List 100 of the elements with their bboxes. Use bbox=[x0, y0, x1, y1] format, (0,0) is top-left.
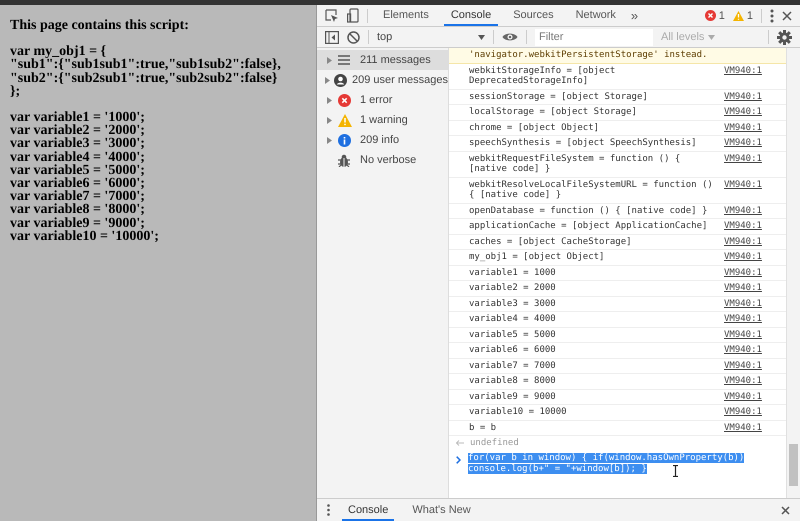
tab[interactable]: Elements bbox=[376, 5, 436, 26]
bug-icon bbox=[338, 154, 350, 166]
source-link[interactable]: VM940:1 bbox=[724, 107, 762, 118]
sidebar-item[interactable]: 209 user messages bbox=[317, 70, 448, 90]
source-link[interactable]: VM940:1 bbox=[724, 122, 762, 133]
source-link[interactable]: VM940:1 bbox=[724, 314, 762, 324]
script-line: "sub1":{"sub1sub1":true,"sub1sub2":false}, bbox=[10, 58, 282, 72]
source-link[interactable]: VM940:1 bbox=[724, 376, 762, 386]
log-message: openDatabase = function () { [native code] } bbox=[469, 206, 708, 216]
text-cursor-icon bbox=[673, 464, 678, 476]
source-link[interactable]: VM940:1 bbox=[724, 92, 762, 102]
more-options-icon[interactable] bbox=[327, 504, 330, 516]
script-line: var variable4 = '4000'; bbox=[10, 150, 146, 164]
script-line: var my_obj1 = { bbox=[10, 45, 106, 58]
source-link[interactable]: VM940:1 bbox=[724, 221, 762, 232]
log-message: variable3 = 3000 bbox=[469, 298, 557, 309]
drawer-tab[interactable]: Console bbox=[342, 499, 394, 521]
expand-arrow-icon bbox=[326, 96, 332, 104]
source-link[interactable]: VM940:1 bbox=[724, 154, 762, 164]
warning-icon bbox=[338, 114, 352, 126]
warning-message: 'navigator.webkitPersistentStorage' instead. bbox=[449, 48, 786, 64]
script-line: var variable7 = '7000'; bbox=[10, 190, 146, 204]
warning-icon bbox=[732, 10, 744, 20]
source-link[interactable]: VM940:1 bbox=[724, 268, 762, 278]
error-icon bbox=[338, 94, 351, 106]
error-count: 1 bbox=[718, 10, 725, 22]
user-icon bbox=[334, 74, 348, 86]
source-link[interactable]: VM940:1 bbox=[724, 236, 762, 247]
source-link[interactable]: VM940:1 bbox=[724, 138, 762, 148]
log-message: variable10 = 10000 bbox=[469, 407, 568, 418]
close-icon[interactable] bbox=[781, 506, 790, 514]
source-link[interactable]: VM940:1 bbox=[724, 422, 762, 433]
log-message: variable8 = 8000 bbox=[469, 376, 557, 386]
log-message: b = b bbox=[469, 422, 498, 433]
source-link[interactable]: VM940:1 bbox=[724, 407, 762, 418]
log-message: variable6 = 6000 bbox=[469, 345, 557, 356]
tab[interactable]: Sources bbox=[506, 5, 561, 26]
log-message: variable2 = 2000 bbox=[469, 283, 557, 294]
log-message: variable1 = 1000 bbox=[469, 268, 557, 278]
log-message: sessionStorage = [object Storage] bbox=[469, 92, 649, 102]
warning-count: 1 bbox=[746, 10, 753, 22]
settings-icon[interactable] bbox=[777, 30, 792, 44]
page-heading: This page contains this script: bbox=[10, 19, 190, 32]
sidebar-item[interactable]: 209 info bbox=[317, 130, 448, 150]
drawer-tab[interactable]: What's New bbox=[406, 499, 477, 521]
scrollbar[interactable] bbox=[786, 48, 800, 498]
more-tabs-button[interactable]: » bbox=[630, 8, 638, 23]
clear-console-icon[interactable] bbox=[347, 30, 360, 44]
eye-icon[interactable] bbox=[502, 32, 518, 42]
expand-arrow-icon bbox=[326, 56, 332, 64]
device-icon[interactable] bbox=[347, 8, 359, 23]
script-line: var variable5 = '5000'; bbox=[10, 164, 146, 178]
sidebar-item[interactable]: 1 warning bbox=[317, 110, 448, 130]
return-arrow-icon bbox=[456, 440, 464, 446]
log-message: variable5 = 5000 bbox=[469, 330, 557, 340]
log-message: variable9 = 9000 bbox=[469, 392, 557, 402]
info-icon bbox=[338, 134, 351, 146]
prompt-icon bbox=[456, 456, 461, 464]
source-link[interactable]: VM940:1 bbox=[724, 252, 762, 262]
dropdown-caret-icon bbox=[478, 34, 485, 40]
source-link[interactable]: VM940:1 bbox=[724, 66, 762, 76]
dropdown-caret-icon bbox=[708, 34, 716, 40]
source-link[interactable]: VM940:1 bbox=[724, 180, 762, 190]
script-line: var variable2 = '2000'; bbox=[10, 124, 146, 138]
source-link[interactable]: VM940:1 bbox=[724, 360, 762, 371]
inspect-icon[interactable] bbox=[325, 8, 339, 22]
log-message: localStorage = [object Storage] bbox=[469, 107, 638, 118]
source-link[interactable]: VM940:1 bbox=[724, 392, 762, 402]
source-link[interactable]: VM940:1 bbox=[724, 283, 762, 294]
context-selector[interactable]: top bbox=[377, 31, 485, 43]
source-link[interactable]: VM940:1 bbox=[724, 345, 762, 356]
expand-arrow-icon bbox=[326, 136, 332, 144]
script-line: "sub2":{"sub2sub1":true,"sub2sub2":false} bbox=[10, 72, 278, 85]
script-line: }; bbox=[10, 84, 20, 98]
log-message: speechSynthesis = [object SpeechSynthesis] bbox=[469, 138, 698, 148]
sidebar-item[interactable]: 211 messages bbox=[317, 50, 448, 70]
log-message: webkitResolveLocalFileSystemURL = function () { [native code] } bbox=[469, 180, 714, 200]
close-icon[interactable] bbox=[782, 10, 792, 20]
sidebar-item[interactable]: No verbose bbox=[317, 150, 448, 170]
sidebar-toggle-icon[interactable] bbox=[325, 30, 339, 44]
expand-arrow-icon bbox=[326, 116, 332, 124]
log-message: variable4 = 4000 bbox=[469, 314, 557, 324]
expand-arrow-icon bbox=[324, 76, 330, 84]
filter-field[interactable]: Filter bbox=[535, 28, 653, 46]
source-link[interactable]: VM940:1 bbox=[724, 330, 762, 340]
source-link[interactable]: VM940:1 bbox=[724, 298, 762, 309]
script-line: var variable1 = '1000'; bbox=[10, 111, 146, 124]
sidebar-item[interactable]: 1 error bbox=[317, 90, 448, 110]
log-message: applicationCache = [object ApplicationCache] bbox=[469, 221, 708, 232]
script-line: var variable6 = '6000'; bbox=[10, 177, 146, 190]
log-message: variable7 = 7000 bbox=[469, 360, 557, 371]
script-line: var variable10 = '10000'; bbox=[10, 230, 160, 244]
tab[interactable]: Network bbox=[568, 5, 623, 26]
log-message: my_obj1 = [object Object] bbox=[469, 252, 606, 262]
script-line: var variable9 = '9000'; bbox=[10, 216, 145, 230]
source-link[interactable]: VM940:1 bbox=[724, 206, 762, 216]
list-icon bbox=[338, 55, 350, 65]
more-options-icon[interactable] bbox=[770, 8, 774, 22]
log-message: webkitRequestFileSystem = function () { [native code] } bbox=[469, 154, 682, 174]
error-icon bbox=[704, 10, 716, 21]
